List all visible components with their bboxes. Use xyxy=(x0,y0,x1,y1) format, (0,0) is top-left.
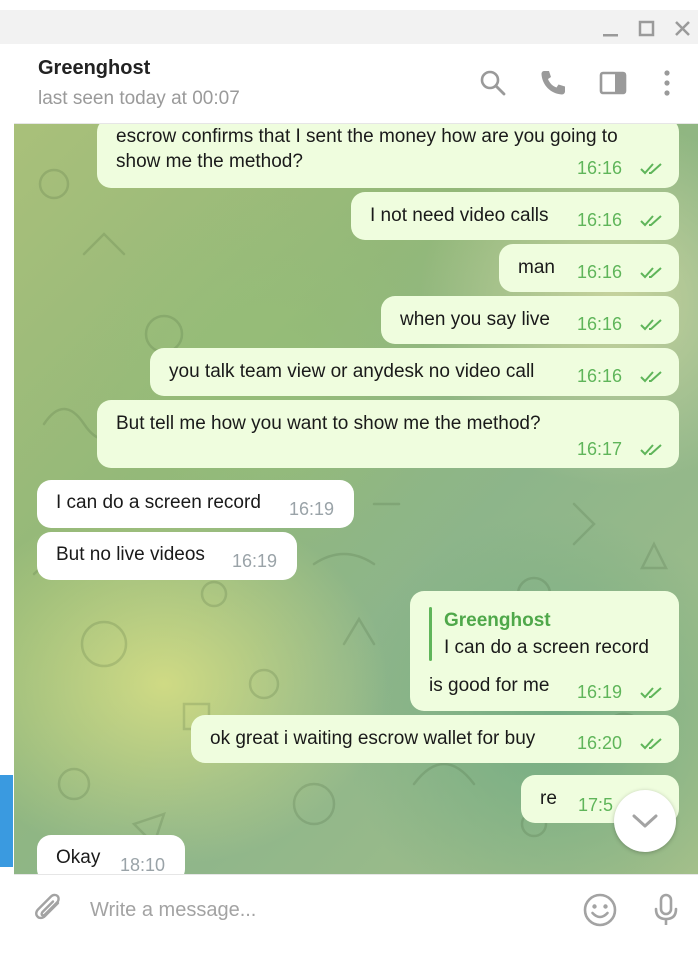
message-outgoing[interactable]: man 16:16 xyxy=(499,244,679,292)
reply-sender[interactable]: Greenghost xyxy=(444,608,551,634)
read-check-icon xyxy=(639,262,665,279)
message-text: you talk team view or anydesk no video c… xyxy=(169,361,535,382)
window-titlebar xyxy=(0,0,698,44)
read-check-icon xyxy=(639,158,665,175)
microphone-icon[interactable] xyxy=(648,892,684,928)
message-text: show me the method? xyxy=(116,151,303,172)
message-composer xyxy=(14,874,698,944)
message-outgoing[interactable]: when you say live 16:16 xyxy=(381,296,679,344)
message-time: 16:19 xyxy=(232,551,278,571)
emoji-icon[interactable] xyxy=(582,892,618,928)
message-time: 16:16 xyxy=(577,314,623,334)
left-panel-accent xyxy=(0,775,13,867)
message-text: is good for me xyxy=(429,675,550,696)
message-text: when you say live xyxy=(400,309,550,330)
read-check-icon xyxy=(639,314,665,331)
message-time: 16:16 xyxy=(577,158,623,178)
message-outgoing-reply[interactable]: Greenghost I can do a screen record is g… xyxy=(410,591,679,711)
read-check-icon xyxy=(639,682,665,699)
more-vertical-icon[interactable] xyxy=(652,68,682,98)
message-text: man xyxy=(518,257,555,278)
message-time: 16:20 xyxy=(577,733,623,753)
message-outgoing[interactable]: I not need video calls 16:16 xyxy=(351,192,679,240)
message-outgoing[interactable]: escrow confirms that I sent the money ho… xyxy=(97,124,679,188)
message-text: But no live videos xyxy=(56,544,205,565)
message-text: re xyxy=(540,788,557,809)
message-time: 16:19 xyxy=(577,682,623,702)
message-text: But tell me how you want to show me the … xyxy=(116,413,541,434)
message-incoming[interactable]: But no live videos 16:19 xyxy=(37,532,297,580)
sidebar-toggle-icon[interactable] xyxy=(598,68,628,98)
message-outgoing[interactable]: you talk team view or anydesk no video c… xyxy=(150,348,679,396)
message-time: 18:10 xyxy=(120,855,166,874)
peer-status: last seen today at 00:07 xyxy=(38,88,240,109)
close-icon[interactable] xyxy=(672,18,694,40)
read-check-icon xyxy=(639,439,665,456)
message-text: I not need video calls xyxy=(370,205,549,226)
window-bottom-edge xyxy=(0,944,698,957)
maximize-icon[interactable] xyxy=(636,18,658,40)
message-time: 16:16 xyxy=(577,210,623,230)
reply-bar xyxy=(429,607,432,661)
message-text: escrow confirms that I sent the money ho… xyxy=(116,126,618,147)
message-text: I can do a screen record xyxy=(56,492,261,513)
peer-name[interactable]: Greenghost xyxy=(38,57,150,80)
scroll-to-bottom-button[interactable] xyxy=(614,790,676,852)
message-time: 16:17 xyxy=(577,439,623,459)
message-time: 16:16 xyxy=(577,366,623,386)
search-icon[interactable] xyxy=(478,68,508,98)
chat-header[interactable]: Greenghost last seen today at 00:07 xyxy=(14,44,698,124)
message-input[interactable] xyxy=(90,895,550,925)
message-time: 16:19 xyxy=(289,499,335,519)
read-check-icon xyxy=(639,733,665,750)
chat-history[interactable]: escrow confirms that I sent the money ho… xyxy=(14,124,698,874)
read-check-icon xyxy=(639,210,665,227)
message-incoming[interactable]: I can do a screen record 16:19 xyxy=(37,480,354,528)
read-check-icon xyxy=(639,366,665,383)
message-incoming[interactable]: Okay 18:10 xyxy=(37,835,185,874)
chevron-down-icon xyxy=(632,814,658,828)
minimize-icon[interactable] xyxy=(600,18,622,40)
message-time: 17:5 xyxy=(578,795,614,815)
left-panel-edge xyxy=(0,44,14,874)
message-time: 16:16 xyxy=(577,262,623,282)
message-text: ok great i waiting escrow wallet for buy xyxy=(210,728,536,749)
attach-icon[interactable] xyxy=(32,892,68,928)
message-outgoing[interactable]: ok great i waiting escrow wallet for buy… xyxy=(191,715,679,763)
message-text: Okay xyxy=(56,847,101,868)
reply-quote[interactable]: I can do a screen record xyxy=(444,635,649,661)
phone-icon[interactable] xyxy=(538,68,568,98)
message-outgoing[interactable]: But tell me how you want to show me the … xyxy=(97,400,679,468)
